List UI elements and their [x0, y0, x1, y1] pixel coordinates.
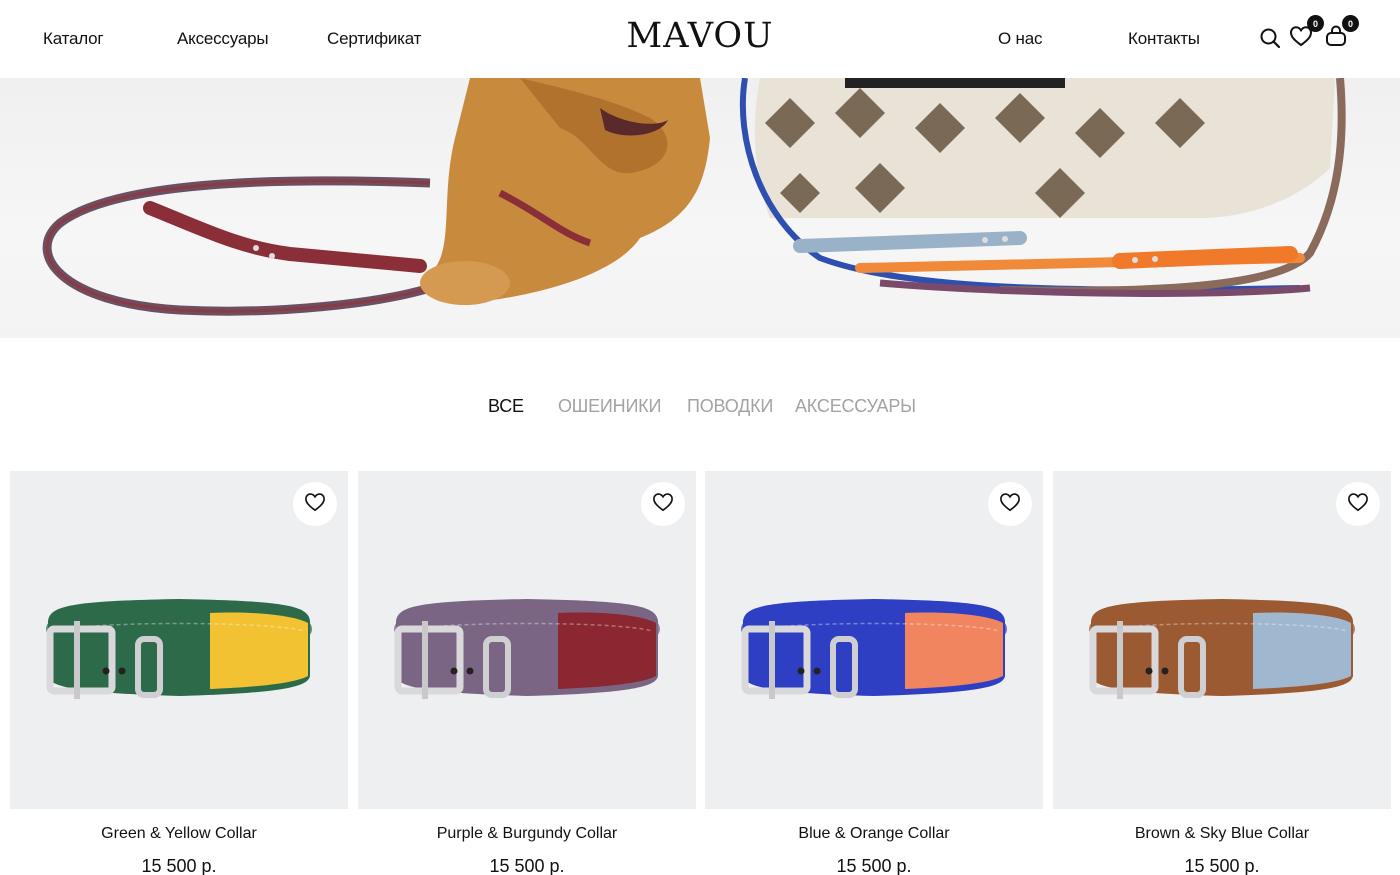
category-tabs: ВСЕ ОШЕИНИКИ ПОВОДКИ АКСЕССУАРЫ: [0, 396, 1400, 422]
product-card[interactable]: Brown & Sky Blue Collar 15 500 р.: [1053, 471, 1391, 875]
heart-icon: [652, 492, 674, 517]
product-price: 15 500 р.: [1184, 856, 1260, 875]
product-image[interactable]: [1053, 471, 1391, 809]
add-to-wishlist-button[interactable]: [988, 482, 1032, 526]
nav-accessories[interactable]: Аксессуары: [177, 29, 269, 49]
add-to-wishlist-button[interactable]: [1336, 482, 1380, 526]
dog-illustration-icon: [420, 78, 710, 305]
search-icon[interactable]: [1257, 25, 1283, 51]
site-header: Каталог Аксессуары Сертификат MAVOU О на…: [0, 0, 1400, 78]
nav-certificate[interactable]: Сертификат: [327, 29, 421, 49]
product-card[interactable]: Purple & Burgundy Collar 15 500 р.: [358, 471, 696, 875]
product-price: 15 500 р.: [489, 856, 565, 875]
tab-all[interactable]: ВСЕ: [488, 396, 524, 417]
wishlist-button[interactable]: 0: [1288, 15, 1324, 51]
collar-image-icon: [741, 599, 1007, 699]
product-card[interactable]: Green & Yellow Collar 15 500 р.: [10, 471, 348, 875]
nav-about[interactable]: О нас: [998, 29, 1042, 49]
product-image[interactable]: [705, 471, 1043, 809]
add-to-wishlist-button[interactable]: [641, 482, 685, 526]
nav-catalog[interactable]: Каталог: [43, 29, 104, 49]
bag-illustration-icon: [754, 78, 1335, 218]
tab-accessories[interactable]: АКСЕССУАРЫ: [795, 396, 916, 417]
hero-banner: [0, 78, 1400, 338]
heart-icon: [999, 492, 1021, 517]
product-price: 15 500 р.: [141, 856, 217, 875]
collar-image-icon: [46, 599, 312, 699]
heart-icon: [304, 492, 326, 517]
product-card[interactable]: Blue & Orange Collar 15 500 р.: [705, 471, 1043, 875]
cart-count-badge: 0: [1342, 15, 1359, 32]
wishlist-count-badge: 0: [1307, 15, 1324, 32]
product-name[interactable]: Green & Yellow Collar: [10, 825, 348, 843]
product-price: 15 500 р.: [836, 856, 912, 875]
tab-leashes[interactable]: ПОВОДКИ: [687, 396, 773, 417]
cart-button[interactable]: 0: [1323, 15, 1359, 51]
nav-contacts[interactable]: Контакты: [1128, 29, 1200, 49]
collar-image-icon: [1089, 599, 1355, 699]
leash-left-icon: [42, 176, 432, 316]
product-image[interactable]: [358, 471, 696, 809]
product-name[interactable]: Purple & Burgundy Collar: [358, 825, 696, 843]
add-to-wishlist-button[interactable]: [293, 482, 337, 526]
product-name[interactable]: Brown & Sky Blue Collar: [1053, 825, 1391, 843]
product-image[interactable]: [10, 471, 348, 809]
product-name[interactable]: Blue & Orange Collar: [705, 825, 1043, 843]
tab-collars[interactable]: ОШЕИНИКИ: [558, 396, 661, 417]
site-logo[interactable]: MAVOU: [626, 16, 773, 56]
collar-image-icon: [394, 599, 660, 699]
hero-image: [42, 78, 1346, 316]
heart-icon: [1347, 492, 1369, 517]
